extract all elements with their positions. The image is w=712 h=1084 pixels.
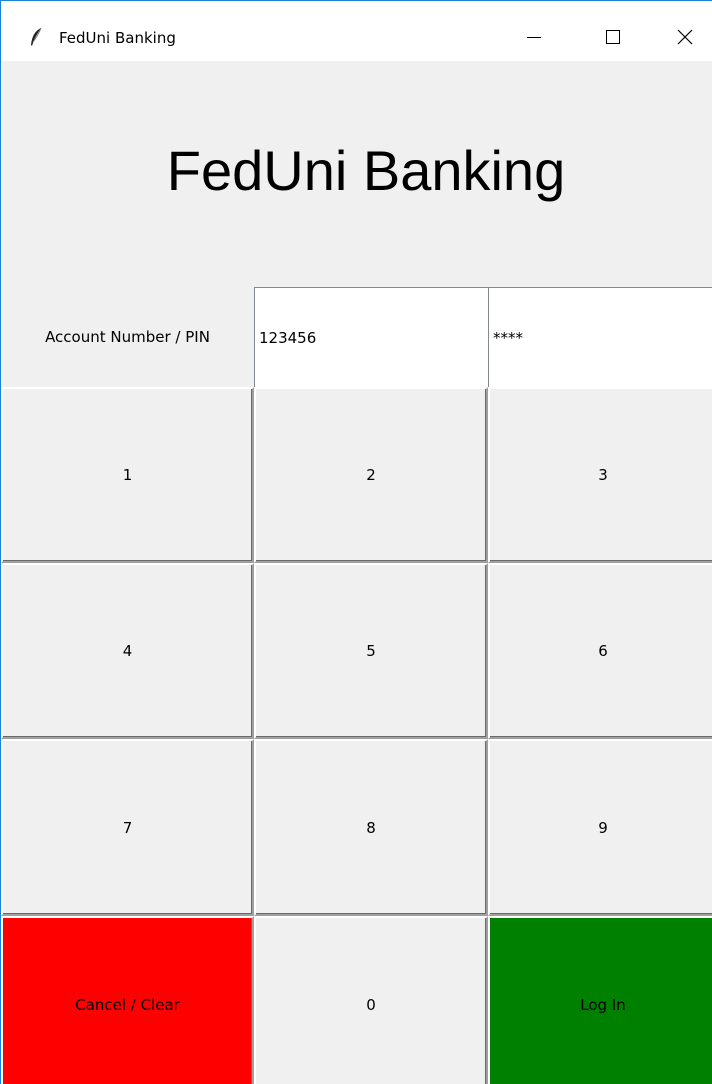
account-number-field[interactable]: 123456 <box>254 287 488 387</box>
keypad-button-7[interactable]: 7 <box>1 739 254 916</box>
keypad-button-3[interactable]: 3 <box>488 387 712 563</box>
app-window: FedUni Banking FedUni Banking Account Nu… <box>0 0 712 1084</box>
keypad-button-9[interactable]: 9 <box>488 739 712 916</box>
maximize-icon <box>606 30 620 44</box>
pin-field[interactable]: **** <box>488 287 712 387</box>
log-in-button[interactable]: Log In <box>488 916 712 1084</box>
minimize-button[interactable] <box>511 19 557 55</box>
keypad-button-2[interactable]: 2 <box>254 387 488 563</box>
keypad-button-1[interactable]: 1 <box>1 387 254 563</box>
maximize-button[interactable] <box>590 19 636 55</box>
account-pin-label: Account Number / PIN <box>45 328 210 346</box>
keypad-button-6[interactable]: 6 <box>488 563 712 739</box>
keypad-button-4[interactable]: 4 <box>1 563 254 739</box>
page-title: FedUni Banking <box>166 139 566 202</box>
keypad-button-5[interactable]: 5 <box>254 563 488 739</box>
close-button[interactable] <box>662 19 708 55</box>
keypad-button-8[interactable]: 8 <box>254 739 488 916</box>
title-bar[interactable]: FedUni Banking <box>1 1 712 61</box>
keypad-button-0[interactable]: 0 <box>254 916 488 1084</box>
window-title: FedUni Banking <box>59 29 176 47</box>
feather-icon <box>29 27 43 47</box>
close-icon <box>677 29 693 45</box>
cancel-clear-button[interactable]: Cancel / Clear <box>1 916 254 1084</box>
minimize-icon <box>527 37 541 38</box>
